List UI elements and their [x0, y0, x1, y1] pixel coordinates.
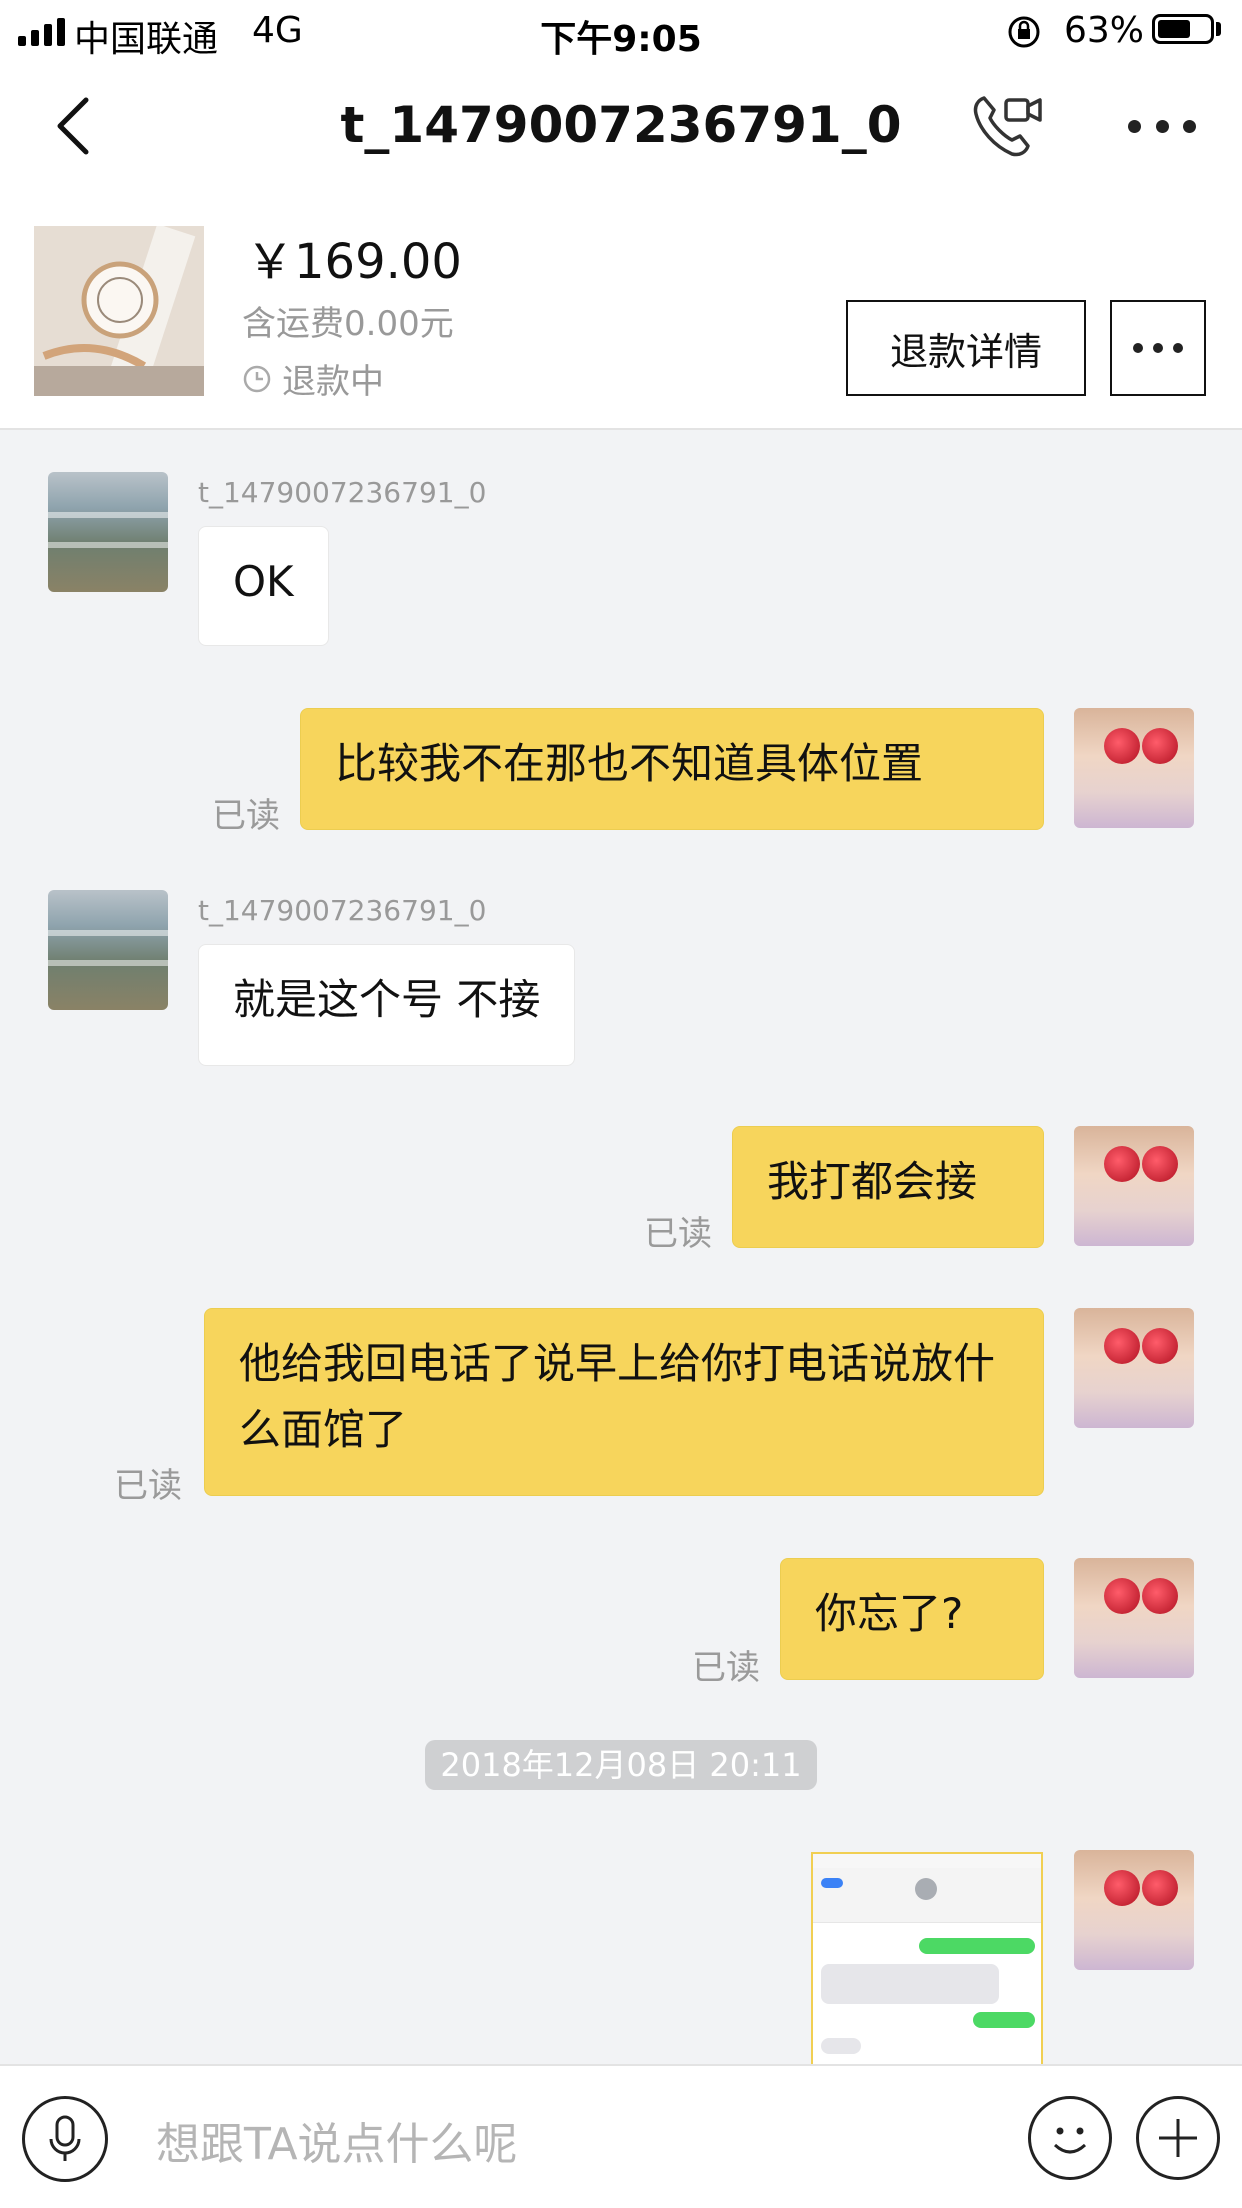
- battery-percent: 63%: [1064, 10, 1145, 51]
- order-price: ￥169.00: [246, 234, 462, 290]
- message-bubble-outgoing[interactable]: 他给我回电话了说早上给你打电话说放什么面馆了: [204, 1308, 1044, 1496]
- user-avatar[interactable]: [1074, 1308, 1194, 1428]
- read-status: 已读: [212, 796, 280, 836]
- more-icon[interactable]: [1128, 114, 1196, 138]
- chat-title: t_1479007236791_0: [340, 96, 902, 154]
- contact-avatar[interactable]: [48, 890, 168, 1010]
- video-call-icon[interactable]: [972, 92, 1044, 158]
- nav-bar: t_1479007236791_0: [0, 62, 1242, 192]
- read-status: 已读: [644, 1214, 712, 1254]
- plus-icon[interactable]: [1136, 2096, 1220, 2180]
- image-message[interactable]: [811, 1852, 1043, 2064]
- order-status: 退款中: [242, 354, 384, 403]
- message-bubble-incoming[interactable]: 就是这个号 不接: [198, 944, 576, 1066]
- order-card[interactable]: ￥169.00 含运费0.00元 退款中 退款详情: [0, 192, 1242, 430]
- user-avatar[interactable]: [1074, 1558, 1194, 1678]
- input-bar: 想跟TA说点什么呢: [0, 2064, 1242, 2208]
- message-timestamp: 2018年12月08日 20:11: [425, 1740, 817, 1790]
- user-avatar[interactable]: [1074, 1850, 1194, 1970]
- user-avatar[interactable]: [1074, 1126, 1194, 1246]
- message-input[interactable]: 想跟TA说点什么呢: [156, 2108, 518, 2172]
- order-more-button[interactable]: [1110, 300, 1206, 396]
- contact-avatar[interactable]: [48, 472, 168, 592]
- emoji-icon[interactable]: [1028, 2096, 1112, 2180]
- status-time: 下午9:05: [540, 19, 702, 60]
- read-status: 已读: [114, 1466, 182, 1506]
- product-thumbnail[interactable]: [34, 226, 204, 396]
- user-avatar[interactable]: [1074, 708, 1194, 828]
- order-shipping: 含运费0.00元: [242, 304, 454, 344]
- sender-name: t_1479007236791_0: [198, 894, 487, 927]
- message-bubble-outgoing[interactable]: 你忘了?: [780, 1558, 1044, 1680]
- battery-fill: [1158, 20, 1190, 38]
- status-bar: 中国联通 4G 下午9:05 63%: [0, 0, 1242, 62]
- sender-name: t_1479007236791_0: [198, 476, 487, 509]
- message-bubble-outgoing[interactable]: 比较我不在那也不知道具体位置: [300, 708, 1044, 830]
- microphone-icon[interactable]: [22, 2096, 108, 2182]
- watch-image: [34, 226, 204, 396]
- refund-details-button[interactable]: 退款详情: [846, 300, 1086, 396]
- order-status-label: 退款中: [282, 362, 384, 402]
- battery-icon: [1152, 14, 1214, 44]
- read-status: 已读: [692, 1648, 760, 1688]
- clock-icon: [243, 365, 271, 392]
- battery-tip: [1216, 22, 1221, 36]
- rotation-lock-icon: [1008, 16, 1040, 48]
- message-bubble-outgoing[interactable]: 我打都会接: [732, 1126, 1044, 1248]
- message-bubble-incoming[interactable]: OK: [198, 526, 329, 646]
